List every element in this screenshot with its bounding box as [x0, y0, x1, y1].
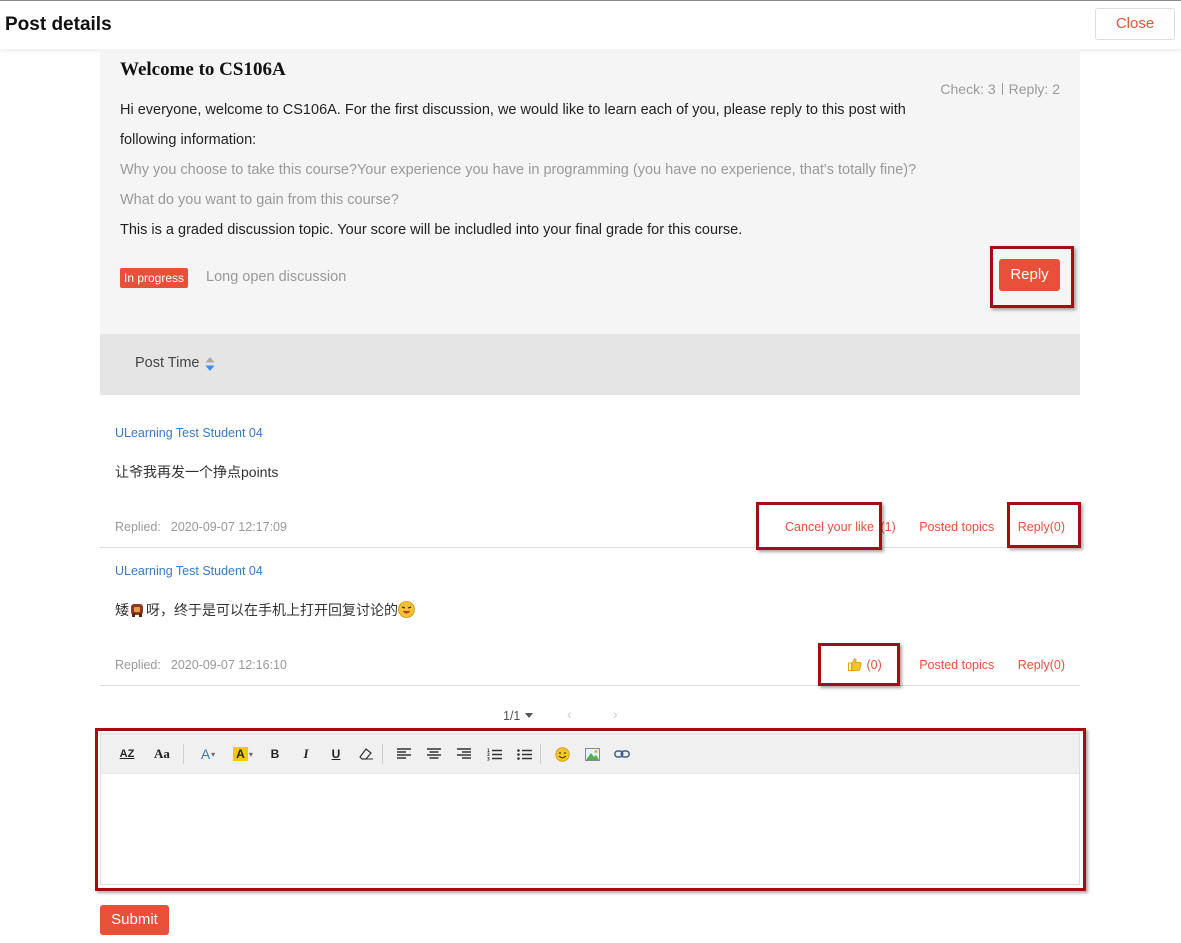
post-line: What do you want to gain from this cours… — [120, 192, 399, 208]
bullet-list-icon[interactable] — [516, 744, 532, 764]
reply-content: 矮 呀，终于是可以在手机上打开回复讨论的 — [115, 600, 415, 620]
eraser-icon[interactable] — [357, 744, 375, 764]
italic-button[interactable]: I — [298, 744, 314, 764]
post-title: Welcome to CS106A — [120, 59, 286, 80]
reply-link[interactable]: Reply(0) — [1018, 658, 1065, 672]
header: Post details Close — [0, 0, 1181, 49]
reply-date-label: Replied: — [115, 520, 161, 534]
insert-image-icon[interactable] — [584, 744, 600, 764]
prev-page-button[interactable]: ‹ — [567, 706, 572, 722]
reply-button[interactable]: Reply — [999, 259, 1060, 291]
post-line: This is a graded discussion topic. Your … — [120, 222, 743, 238]
highlight-color-label: A — [233, 747, 248, 761]
editor-toolbar: AZ Aa A ▾ A ▾ B I U 123 — [101, 734, 1079, 774]
caret-down-icon — [525, 713, 534, 718]
post-line: Hi everyone, welcome to CS106A. For the … — [120, 102, 906, 118]
reply-date: Replied: 2020-09-07 12:16:10 — [115, 658, 287, 672]
reply-actions: Cancel your like (1) Posted topics Reply… — [785, 520, 1065, 534]
reply-item: ULearning Test Student 04 矮 呀，终于是可以在手机上打… — [100, 548, 1080, 686]
reply-author[interactable]: ULearning Test Student 04 — [115, 564, 263, 578]
post-body: Hi everyone, welcome to CS106A. For the … — [120, 95, 970, 245]
sort-bar: Post Time — [100, 334, 1080, 395]
numbered-list-icon[interactable]: 123 — [486, 744, 502, 764]
like-button[interactable]: (0) — [848, 658, 885, 672]
font-family-button[interactable]: Aa — [151, 744, 173, 764]
reply-link[interactable]: Reply(0) — [1018, 520, 1065, 534]
reply-editor: AZ Aa A ▾ A ▾ B I U 123 — [100, 733, 1080, 885]
reply-text-area[interactable] — [101, 774, 1079, 884]
reply-date-value: 2020-09-07 12:17:09 — [170, 520, 287, 534]
align-right-icon[interactable] — [456, 744, 472, 764]
font-size-button[interactable]: AZ — [117, 744, 137, 764]
underline-button[interactable]: U — [328, 744, 344, 764]
sort-icon[interactable] — [205, 356, 215, 372]
insert-link-icon[interactable] — [614, 744, 630, 764]
page-number: 1/1 — [503, 709, 521, 723]
bold-button[interactable]: B — [267, 744, 283, 764]
thumbs-up-icon — [848, 658, 863, 671]
reply-count: Reply: 2 — [1008, 81, 1060, 97]
posted-topics-link[interactable]: Posted topics — [919, 520, 994, 534]
status-text: Long open discussion — [206, 269, 347, 285]
status-badge: In progress — [120, 268, 189, 288]
reply-content: 让爷我再发一个挣点points — [115, 464, 279, 480]
font-color-button[interactable]: A ▾ — [197, 744, 219, 764]
cancel-like-button[interactable]: Cancel your like — [785, 520, 874, 534]
like-count: (1) — [880, 520, 896, 534]
emoji-icon — [131, 604, 143, 617]
toolbar-divider — [540, 744, 541, 764]
reply-actions: (0) Posted topics Reply(0) — [848, 658, 1065, 672]
posted-topics-link[interactable]: Posted topics — [919, 658, 994, 672]
reply-date: Replied: 2020-09-07 12:17:09 — [115, 520, 287, 534]
reply-date-label: Replied: — [115, 658, 161, 672]
reply-author[interactable]: ULearning Test Student 04 — [115, 426, 263, 440]
reply-date-value: 2020-09-07 12:16:10 — [170, 658, 287, 672]
font-color-label: A — [200, 746, 211, 762]
reply-content-start: 矮 — [115, 602, 129, 618]
toolbar-divider — [183, 744, 184, 764]
svg-text:3: 3 — [487, 756, 490, 761]
highlight-color-button[interactable]: A ▾ — [231, 744, 255, 764]
sort-post-time[interactable]: Post Time — [135, 355, 199, 371]
next-page-button[interactable]: › — [613, 706, 618, 722]
toolbar-divider — [382, 744, 383, 764]
reply-item: ULearning Test Student 04 让爷我再发一个挣点point… — [100, 410, 1080, 548]
highlight-caret-icon: ▾ — [248, 749, 253, 759]
laughing-emoji-icon — [398, 601, 415, 618]
post-card: Welcome to CS106A Check: 3 Reply: 2 Hi ev… — [100, 49, 1080, 334]
stats-divider — [1001, 83, 1003, 95]
submit-button[interactable]: Submit — [100, 905, 169, 935]
font-color-caret-icon: ▾ — [211, 749, 216, 759]
reply-content-end: 呀，终于是可以在手机上打开回复讨论的 — [146, 602, 398, 618]
page-title: Post details — [5, 14, 112, 35]
post-line: Why you choose to take this course?Your … — [120, 162, 917, 178]
emoji-picker-icon[interactable] — [554, 744, 570, 764]
post-line: following information: — [120, 132, 257, 148]
like-count: (0) — [866, 658, 882, 672]
align-center-icon[interactable] — [426, 744, 442, 764]
align-left-icon[interactable] — [396, 744, 412, 764]
close-button[interactable]: Close — [1095, 8, 1175, 40]
page-selector[interactable]: 1/1 — [503, 709, 534, 723]
